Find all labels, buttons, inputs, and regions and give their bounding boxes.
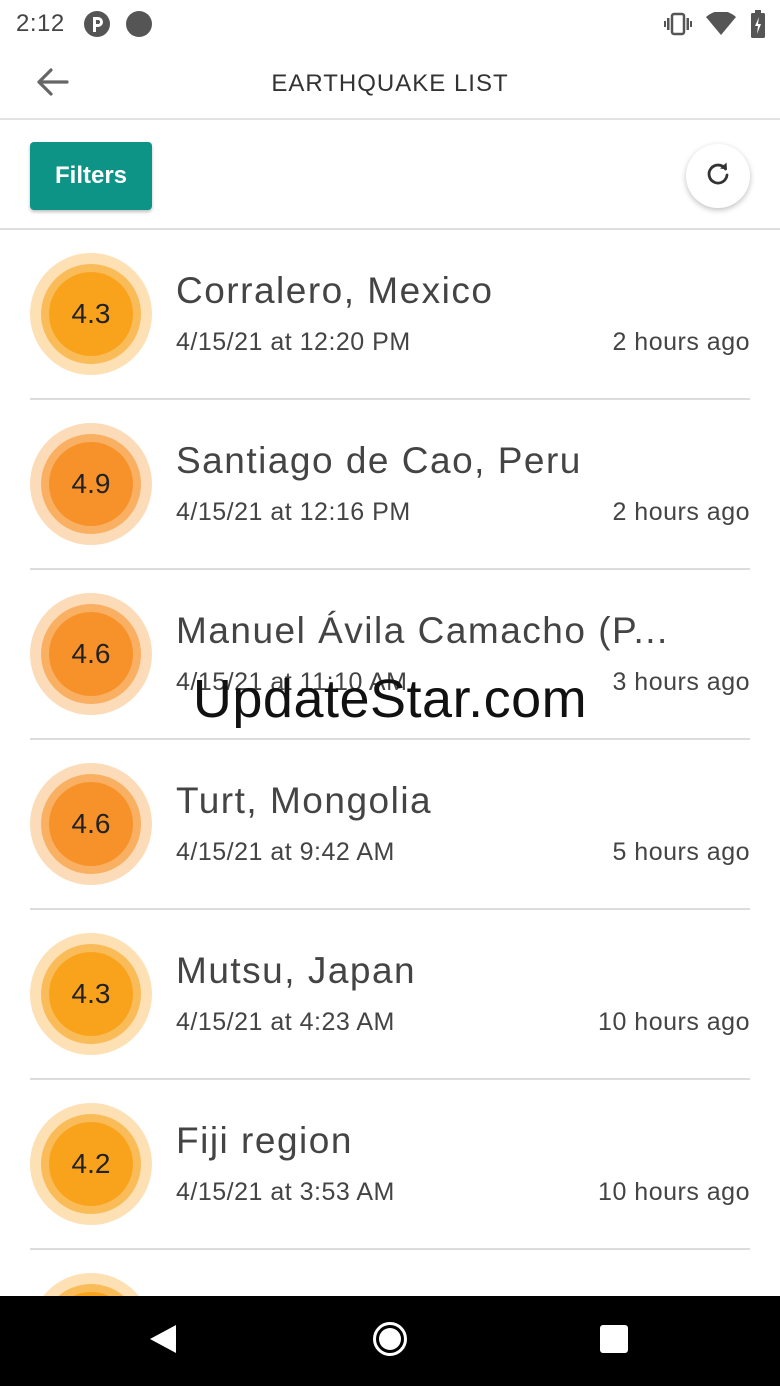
nav-recents-button[interactable] <box>589 1316 639 1366</box>
recents-square-icon <box>599 1324 629 1359</box>
list-item[interactable]: 4.3 Corralero, Mexico 4/15/21 at 12:20 P… <box>30 230 750 400</box>
earthquake-list: 4.3 Corralero, Mexico 4/15/21 at 12:20 P… <box>0 230 780 1296</box>
quake-time-ago: 2 hours ago <box>612 328 750 356</box>
magnitude-badge: 4.2 <box>30 1103 152 1225</box>
quake-location: Fiji region <box>176 1120 353 1161</box>
quake-location: Santiago de Cao, Peru <box>176 440 582 481</box>
quake-date: 4/15/21 at 4:23 AM <box>176 1008 395 1036</box>
quake-location: Mutsu, Japan <box>176 950 417 991</box>
back-triangle-icon <box>148 1323 178 1360</box>
app-bar: EARTHQUAKE LIST <box>0 50 780 120</box>
magnitude-badge <box>30 1273 152 1296</box>
magnitude-value: 4.3 <box>49 952 133 1036</box>
quake-time-ago: 3 hours ago <box>612 668 750 696</box>
nav-back-button[interactable] <box>138 1316 188 1366</box>
quake-date: 4/15/21 at 12:16 PM <box>176 498 411 526</box>
status-bar: 2:12 <box>0 0 780 50</box>
wifi-icon <box>706 11 736 41</box>
dot-icon <box>126 11 152 37</box>
magnitude-badge: 4.6 <box>30 593 152 715</box>
quake-location: Turt, Mongolia <box>176 780 433 821</box>
list-item[interactable]: 4.6 Turt, Mongolia 4/15/21 at 9:42 AM 5 … <box>30 740 750 910</box>
nav-home-button[interactable] <box>365 1316 415 1366</box>
filters-button[interactable]: Filters <box>30 142 152 210</box>
magnitude-badge: 4.6 <box>30 763 152 885</box>
quake-date: 4/15/21 at 3:53 AM <box>176 1178 395 1206</box>
magnitude-value: 4.9 <box>49 442 133 526</box>
list-item[interactable]: 4.2 Fiji region 4/15/21 at 3:53 AM 10 ho… <box>30 1080 750 1250</box>
magnitude-value: 4.6 <box>49 612 133 696</box>
toolbar: Filters <box>0 120 780 230</box>
quake-time-ago: 10 hours ago <box>598 1178 750 1206</box>
quake-time-ago: 5 hours ago <box>612 838 750 866</box>
status-time: 2:12 <box>16 10 65 37</box>
list-item[interactable] <box>30 1250 750 1296</box>
quake-location: Corralero, Mexico <box>176 270 494 311</box>
magnitude-badge: 4.3 <box>30 933 152 1055</box>
notification-icon <box>84 11 110 37</box>
quake-time-ago: 2 hours ago <box>612 498 750 526</box>
magnitude-value: 4.3 <box>49 272 133 356</box>
vibrate-icon <box>664 11 692 42</box>
list-item[interactable]: 4.3 Mutsu, Japan 4/15/21 at 4:23 AM 10 h… <box>30 910 750 1080</box>
list-item[interactable]: 4.6 Manuel Ávila Camacho (P... 4/15/21 a… <box>30 570 750 740</box>
magnitude-badge: 4.9 <box>30 423 152 545</box>
quake-date: 4/15/21 at 9:42 AM <box>176 838 395 866</box>
home-circle-icon <box>372 1321 408 1362</box>
refresh-icon <box>705 161 731 192</box>
quake-time-ago: 10 hours ago <box>598 1008 750 1036</box>
refresh-button[interactable] <box>686 144 750 208</box>
magnitude-badge: 4.3 <box>30 253 152 375</box>
page-title: EARTHQUAKE LIST <box>271 70 509 97</box>
status-icons <box>664 10 766 43</box>
quake-date: 4/15/21 at 11:10 AM <box>176 668 408 696</box>
magnitude-value: 4.6 <box>49 782 133 866</box>
magnitude-value: 4.2 <box>49 1122 133 1206</box>
battery-icon <box>750 10 766 43</box>
list-item[interactable]: 4.9 Santiago de Cao, Peru 4/15/21 at 12:… <box>30 400 750 570</box>
quake-date: 4/15/21 at 12:20 PM <box>176 328 411 356</box>
quake-location: Manuel Ávila Camacho (P... <box>176 610 669 651</box>
system-nav-bar <box>0 1296 780 1386</box>
